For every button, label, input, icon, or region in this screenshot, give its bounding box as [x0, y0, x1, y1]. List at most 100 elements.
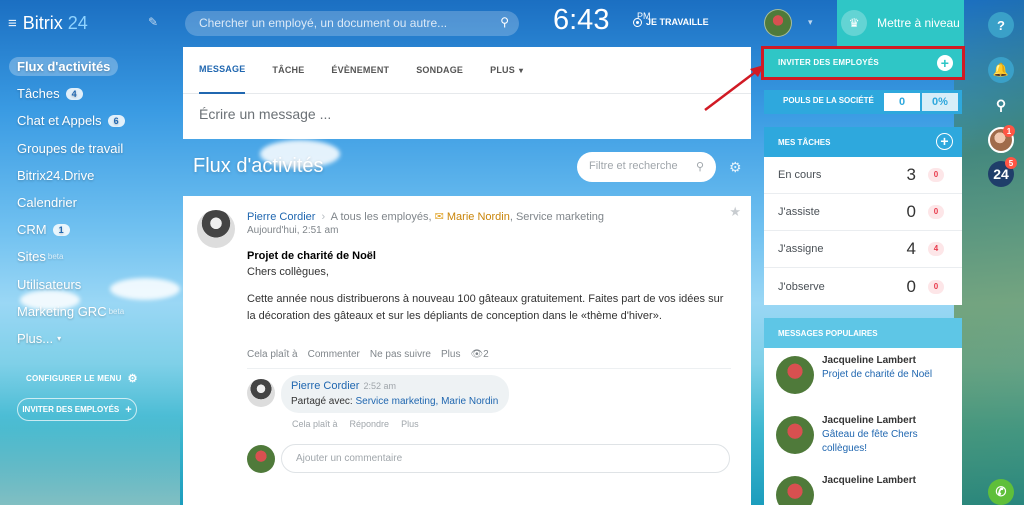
reply-link[interactable]: Répondre — [350, 419, 390, 429]
sidebar-item-marketing[interactable]: Marketing GRC beta — [17, 298, 167, 325]
menu-icon[interactable]: ≡ — [8, 15, 17, 32]
tab-tache[interactable]: TÂCHE — [272, 47, 304, 94]
sidebar-item-drive[interactable]: Bitrix24.Drive — [17, 162, 167, 189]
configure-menu-link[interactable]: CONFIGURER LE MENU ⚙ — [26, 372, 138, 385]
like-link[interactable]: Cela plaît à — [292, 419, 338, 429]
popular-link[interactable]: Gâteau de fête Chers collègues! — [822, 428, 962, 456]
clock[interactable]: 6:43 PM — [553, 4, 651, 37]
logo[interactable]: ≡ Bitrix 24 — [8, 13, 88, 34]
beach-sand — [0, 415, 180, 505]
task-row-j-observe[interactable]: J'observe 0 0 — [764, 268, 962, 305]
gear-icon[interactable]: ⚙ — [729, 159, 742, 176]
filter-search-input[interactable]: Filtre et recherche ⚲ — [577, 152, 716, 182]
task-label: En cours — [778, 169, 822, 181]
bell-icon[interactable]: 🔔 — [988, 57, 1014, 83]
popular-author: Jacqueline Lambert — [822, 415, 916, 426]
phone-icon[interactable]: ✆ — [988, 479, 1014, 505]
tab-plus-label: PLUS — [490, 65, 515, 75]
envelope-icon: ✉ — [434, 211, 444, 223]
task-label: J'assigne — [778, 243, 824, 255]
star-icon[interactable]: ★ — [729, 204, 741, 220]
my-tasks-widget: MES TÂCHES + En cours 3 0 J'assiste 0 0 … — [764, 127, 962, 305]
comment-actions: Cela plaît à Répondre Plus — [292, 419, 419, 429]
comment-time: 2:52 am — [363, 381, 396, 391]
b24-button[interactable]: 24 5 — [988, 157, 1017, 187]
more-link[interactable]: Plus — [401, 419, 419, 429]
post-author[interactable]: Pierre Cordier — [247, 211, 315, 223]
sidebar-item-flux[interactable]: Flux d'activités — [9, 53, 167, 80]
company-pulse[interactable]: POULS DE LA SOCIÉTÉ 0 0% — [764, 90, 962, 114]
tab-sondage[interactable]: SONDAGE — [416, 47, 463, 94]
notification-badge: 5 — [1005, 157, 1017, 169]
help-button[interactable]: ? — [988, 12, 1014, 38]
list-item[interactable]: Jacqueline Lambert Projet de charité de … — [764, 348, 962, 408]
post-recipients: A tous les employés, — [330, 211, 432, 223]
add-task-icon[interactable]: + — [936, 133, 953, 150]
like-link[interactable]: Cela plaît à — [247, 349, 298, 360]
sidebar-item-label: Flux d'activités — [9, 57, 119, 77]
invite-employees-button[interactable]: INVITER DES EMPLOYÉS + — [17, 398, 137, 421]
notification-badge: 1 — [1003, 125, 1015, 137]
sidebar-item-utilisateurs[interactable]: Utilisateurs — [17, 271, 167, 298]
popular-messages-widget: MESSAGES POPULAIRES Jacqueline Lambert P… — [764, 318, 962, 505]
task-count: 4 — [906, 239, 916, 258]
invite-employees-button[interactable]: INVITER DES EMPLOYÉS + — [761, 46, 965, 80]
list-item[interactable]: Jacqueline Lambert Gâteau de fête Chers … — [764, 408, 962, 468]
tab-evenement[interactable]: ÉVÈNEMENT — [331, 47, 389, 94]
tab-message[interactable]: MESSAGE — [199, 47, 246, 94]
logo-number: 24 — [67, 13, 88, 33]
sidebar-item-calendrier[interactable]: Calendrier — [17, 189, 167, 216]
post-target-person[interactable]: Marie Nordin — [447, 211, 510, 223]
tab-plus[interactable]: PLUS ▾ — [490, 47, 523, 94]
invite-label: INVITER DES EMPLOYÉS — [22, 405, 120, 414]
avatar[interactable]: 1 — [988, 125, 1015, 153]
count-badge: 4 — [65, 87, 83, 100]
more-link[interactable]: Plus — [441, 349, 460, 360]
sidebar-item-taches[interactable]: Tâches 4 — [17, 80, 167, 107]
composer-tabs: MESSAGE TÂCHE ÉVÈNEMENT SONDAGE PLUS ▾ — [183, 47, 751, 94]
shared-prefix: Partagé avec: — [291, 396, 356, 407]
chevron-right-icon: › — [321, 211, 326, 223]
sidebar-item-chat[interactable]: Chat et Appels 6 — [17, 107, 167, 134]
sidebar-item-label: Tâches — [17, 86, 60, 102]
chevron-down-icon[interactable]: ▾ — [808, 17, 813, 28]
clock-time: 6:43 — [553, 4, 610, 36]
task-badge: 4 — [928, 242, 944, 256]
sidebar-item-label: Marketing GRC — [17, 303, 107, 319]
avatar[interactable] — [764, 9, 792, 37]
pencil-icon[interactable]: ✎ — [148, 15, 158, 29]
message-input[interactable]: Écrire un message ... — [183, 94, 751, 134]
task-badge: 0 — [928, 279, 944, 294]
unfollow-link[interactable]: Ne pas suivre — [370, 349, 431, 360]
popular-link[interactable]: Projet de charité de Noël — [822, 368, 962, 382]
pulse-label: POULS DE LA SOCIÉTÉ — [783, 96, 874, 105]
popular-header: MESSAGES POPULAIRES — [764, 318, 962, 348]
task-row-j-assiste[interactable]: J'assiste 0 0 — [764, 194, 962, 231]
comment-link[interactable]: Commenter — [308, 349, 360, 360]
add-comment-input[interactable]: Ajouter un commentaire — [281, 444, 730, 473]
list-item[interactable]: Jacqueline Lambert — [764, 468, 962, 505]
upgrade-button[interactable]: ♛ Mettre à niveau — [837, 0, 964, 46]
comment-author[interactable]: Pierre Cordier — [291, 380, 359, 392]
task-badge: 0 — [928, 205, 944, 219]
sidebar-item-plus[interactable]: Plus... ▾ — [17, 325, 167, 352]
post-greeting: Chers collègues, — [247, 266, 329, 278]
avatar[interactable] — [197, 210, 235, 248]
post-target-group: , Service marketing — [509, 211, 605, 223]
popular-author: Jacqueline Lambert — [822, 475, 916, 486]
avatar[interactable] — [247, 379, 275, 407]
shared-with-link[interactable]: Service marketing, Marie Nordin — [355, 396, 498, 407]
filter-placeholder: Filtre et recherche — [589, 160, 678, 172]
plus-icon: + — [125, 403, 132, 416]
sidebar-item-groupes[interactable]: Groupes de travail — [17, 135, 167, 162]
task-row-j-assigne[interactable]: J'assigne 4 4 — [764, 231, 962, 268]
beta-tag: beta — [47, 252, 64, 262]
help-icon: ? — [997, 17, 1005, 33]
status-icon — [633, 17, 642, 27]
search-input[interactable]: Chercher un employé, un document ou autr… — [185, 11, 519, 36]
sidebar-item-sites[interactable]: Sites beta — [17, 243, 167, 270]
task-row-en-cours[interactable]: En cours 3 0 — [764, 157, 962, 194]
search-icon[interactable]: ⚲ — [988, 92, 1014, 118]
sidebar-item-crm[interactable]: CRM 1 — [17, 216, 167, 243]
work-status[interactable]: JE TRAVAILLE — [633, 17, 709, 27]
